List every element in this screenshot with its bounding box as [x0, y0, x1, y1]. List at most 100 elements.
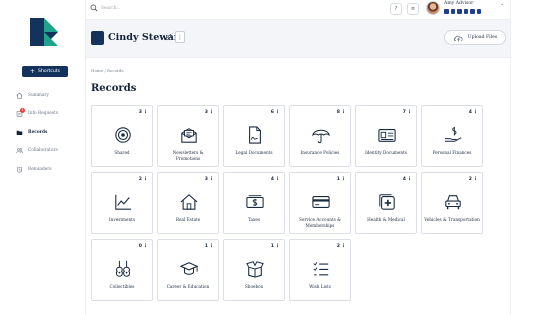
- card-menu-icon[interactable]: ⋮: [473, 109, 478, 115]
- record-card-insurance-policies[interactable]: 8 ⋮ Insurance Policies: [289, 105, 351, 167]
- upload-files-label: Upload Files: [467, 35, 498, 40]
- card-menu-icon[interactable]: ⋮: [275, 243, 280, 249]
- investment-chart-icon: [115, 194, 132, 210]
- search-input[interactable]: Search...: [101, 6, 120, 11]
- card-menu-icon[interactable]: ⋮: [143, 176, 148, 182]
- card-menu-icon[interactable]: ⋮: [407, 109, 412, 115]
- record-label: Vehicles & Transportation: [424, 217, 480, 222]
- sidebar-item-summary[interactable]: Summary: [16, 86, 82, 105]
- record-count: 1: [204, 244, 208, 249]
- breadcrumb[interactable]: Home / Records: [91, 68, 124, 73]
- record-card-investments[interactable]: 2 ⋮ Investments: [91, 172, 153, 234]
- record-card-service-accounts[interactable]: 1 ⋮ Service Accounts & Memberships: [289, 172, 351, 234]
- record-count: 1: [336, 177, 340, 182]
- record-label: Health & Medical: [367, 217, 405, 222]
- record-card-health-medical[interactable]: 4 ⋮ Health & Medical: [355, 172, 417, 234]
- sidebar-item-label: Records: [28, 129, 48, 135]
- sidebar-nav: Summary 4 Info Requests Records Collabor…: [16, 86, 82, 179]
- card-menu-icon[interactable]: ⋮: [209, 176, 214, 182]
- record-card-shared[interactable]: 3 ⋮ Shared: [91, 105, 153, 167]
- record-label: Legal Documents: [235, 150, 273, 155]
- record-label: Personal Finances: [432, 150, 472, 155]
- sidebar-item-records[interactable]: Records: [16, 123, 82, 142]
- pencil-icon[interactable]: [165, 33, 173, 41]
- record-card-real-estate[interactable]: 3 ⋮ Real Estate: [157, 172, 219, 234]
- card-menu-icon[interactable]: ⋮: [341, 176, 346, 182]
- sidebar-item-reminders[interactable]: Reminders: [16, 160, 82, 179]
- record-card-career-education[interactable]: 1 ⋮ Career & Education: [157, 239, 219, 301]
- record-card-personal-finances[interactable]: 4 ⋮ Personal Finances: [421, 105, 483, 167]
- user-name: Amy Advisor: [444, 1, 474, 6]
- video-icon[interactable]: [476, 9, 481, 14]
- search-box[interactable]: Search...: [90, 4, 120, 12]
- id-card-icon: [378, 129, 396, 142]
- app-logo[interactable]: [30, 18, 58, 46]
- record-label: Collectibles: [109, 284, 135, 289]
- box-icon: [246, 261, 264, 278]
- search-icon: [90, 4, 98, 12]
- card-menu-icon[interactable]: ⋮: [473, 176, 478, 182]
- sidebar-item-collaborators[interactable]: Collaborators: [16, 142, 82, 161]
- calendar-icon[interactable]: [463, 9, 468, 14]
- record-label: Wish Lists: [309, 284, 331, 289]
- shortcuts-button[interactable]: + Shortcuts: [22, 66, 68, 77]
- sidebar-item-label: Reminders: [28, 166, 52, 172]
- house-icon: [180, 194, 198, 210]
- record-card-taxes[interactable]: 4 ⋮ Taxes: [223, 172, 285, 234]
- card-menu-icon[interactable]: ⋮: [341, 109, 346, 115]
- list-icon: [313, 262, 329, 276]
- record-label: Real Estate: [175, 217, 201, 222]
- guitar-icon: [115, 260, 131, 277]
- alarm-icon: [16, 166, 23, 173]
- sidebar: + Shortcuts Summary 4 Info Requests Reco…: [0, 0, 86, 315]
- record-card-shoebox[interactable]: 1 ⋮ Shoebox: [223, 239, 285, 301]
- card-menu-icon[interactable]: ⋮: [209, 109, 214, 115]
- sidebar-item-label: Collaborators: [28, 148, 58, 154]
- record-label: Taxes: [248, 217, 260, 222]
- car-icon: [445, 195, 461, 210]
- phone-icon[interactable]: [444, 9, 449, 14]
- card-menu-icon[interactable]: ⋮: [275, 176, 280, 182]
- cloud-upload-icon: [453, 35, 463, 42]
- record-label: Insurance Policies: [300, 150, 340, 155]
- record-card-collectibles[interactable]: 0 ⋮ Collectibles: [91, 239, 153, 301]
- record-card-vehicles[interactable]: 2 ⋮ Vehicles & Transportation: [421, 172, 483, 234]
- chevron-down-icon[interactable]: ⌄: [500, 1, 504, 7]
- record-card-newsletters[interactable]: 3 ⋮ Newsletters & Promotions: [157, 105, 219, 167]
- help-icon: ?: [394, 6, 398, 12]
- contact-icons: [444, 9, 481, 14]
- record-count: 2: [468, 177, 472, 182]
- page-title: Records: [91, 83, 137, 94]
- email-icon[interactable]: [457, 9, 462, 14]
- menu-button[interactable]: ≡: [407, 3, 419, 15]
- whatsapp-icon[interactable]: [450, 9, 455, 14]
- help-button[interactable]: ?: [390, 3, 402, 15]
- record-card-wish-lists[interactable]: 2 ⋮ Wish Lists: [289, 239, 351, 301]
- legal-document-icon: [249, 126, 261, 144]
- record-card-legal-documents[interactable]: 6 ⋮ Legal Documents: [223, 105, 285, 167]
- card-menu-icon[interactable]: ⋮: [143, 243, 148, 249]
- record-label: Shared: [114, 150, 130, 155]
- graduation-cap-icon: [180, 262, 198, 275]
- kebab-icon: ⋮: [177, 33, 183, 41]
- record-count: 8: [336, 110, 340, 115]
- web-icon[interactable]: [470, 9, 475, 14]
- more-options-button[interactable]: ⋮: [175, 31, 185, 43]
- card-menu-icon[interactable]: ⋮: [407, 176, 412, 182]
- menu-icon: ≡: [410, 6, 416, 12]
- card-menu-icon[interactable]: ⋮: [143, 109, 148, 115]
- record-card-identity-documents[interactable]: 7 ⋮ Identity Documents: [355, 105, 417, 167]
- sidebar-item-info-requests[interactable]: 4 Info Requests: [16, 105, 82, 124]
- divider: [510, 0, 511, 315]
- record-label: Career & Education: [166, 284, 210, 289]
- upload-files-button[interactable]: Upload Files: [444, 30, 506, 45]
- card-menu-icon[interactable]: ⋮: [341, 243, 346, 249]
- top-bar: Search... ? ≡ Amy Advisor ⌄: [86, 0, 510, 20]
- medical-icon: [379, 194, 395, 210]
- profile-header: Cindy Stewart ⋮ Upload Files: [86, 20, 510, 58]
- card-menu-icon[interactable]: ⋮: [275, 109, 280, 115]
- record-count: 1: [270, 244, 274, 249]
- avatar[interactable]: [426, 1, 440, 15]
- card-menu-icon[interactable]: ⋮: [209, 243, 214, 249]
- record-label: Newsletters & Promotions: [172, 150, 204, 161]
